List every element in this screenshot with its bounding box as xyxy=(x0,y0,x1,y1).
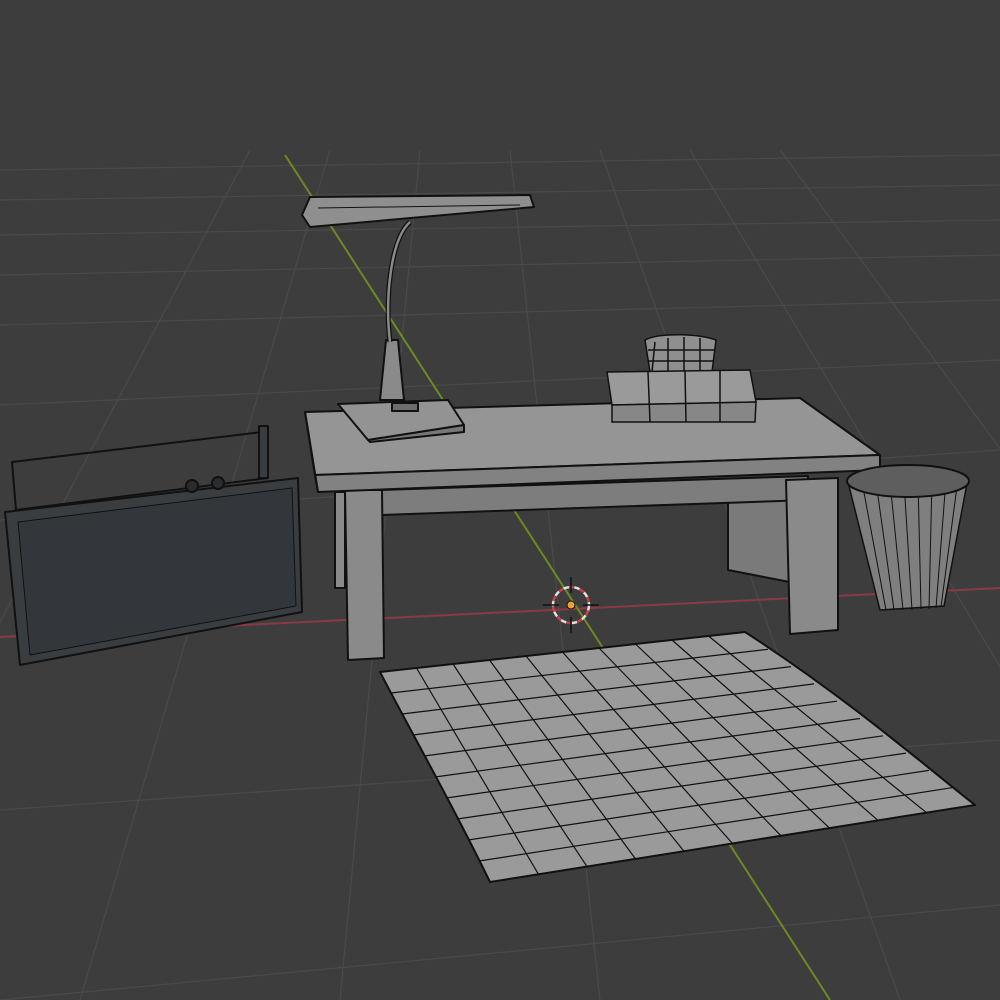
object-origin xyxy=(566,600,576,610)
desk-lamp[interactable] xyxy=(301,194,535,443)
3d-viewport[interactable] xyxy=(0,0,1000,1000)
floor-cushion[interactable] xyxy=(379,631,976,883)
radio[interactable] xyxy=(4,425,303,666)
viewport-canvas[interactable] xyxy=(0,0,1000,1000)
3d-cursor[interactable] xyxy=(543,577,599,633)
waste-basket[interactable] xyxy=(846,464,970,611)
tissue-box[interactable] xyxy=(606,333,757,423)
